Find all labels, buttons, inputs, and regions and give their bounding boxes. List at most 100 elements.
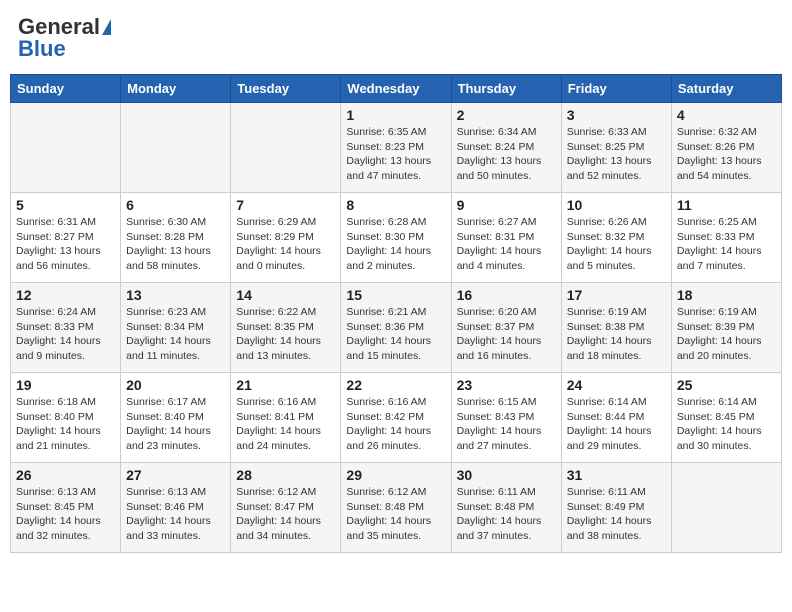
day-info: Sunrise: 6:31 AM Sunset: 8:27 PM Dayligh… (16, 215, 115, 274)
day-info: Sunrise: 6:17 AM Sunset: 8:40 PM Dayligh… (126, 395, 225, 454)
day-number: 9 (457, 197, 556, 213)
day-info: Sunrise: 6:14 AM Sunset: 8:45 PM Dayligh… (677, 395, 776, 454)
calendar-header-row: SundayMondayTuesdayWednesdayThursdayFrid… (11, 75, 782, 103)
day-number: 6 (126, 197, 225, 213)
calendar-cell: 8 Sunrise: 6:28 AM Sunset: 8:30 PM Daylig… (341, 193, 451, 283)
calendar-cell: 17 Sunrise: 6:19 AM Sunset: 8:38 PM Dayli… (561, 283, 671, 373)
day-number: 17 (567, 287, 666, 303)
day-number: 31 (567, 467, 666, 483)
calendar-cell: 28 Sunrise: 6:12 AM Sunset: 8:47 PM Dayli… (231, 463, 341, 553)
calendar-week-row: 5 Sunrise: 6:31 AM Sunset: 8:27 PM Daylig… (11, 193, 782, 283)
day-number: 10 (567, 197, 666, 213)
day-number: 24 (567, 377, 666, 393)
calendar-cell: 30Sunrise: 6:11 AM Sunset: 8:48 PM Dayli… (451, 463, 561, 553)
day-info: Sunrise: 6:18 AM Sunset: 8:40 PM Dayligh… (16, 395, 115, 454)
calendar-cell: 19 Sunrise: 6:18 AM Sunset: 8:40 PM Dayli… (11, 373, 121, 463)
day-number: 22 (346, 377, 445, 393)
day-info: Sunrise: 6:30 AM Sunset: 8:28 PM Dayligh… (126, 215, 225, 274)
col-header-tuesday: Tuesday (231, 75, 341, 103)
day-info: Sunrise: 6:29 AM Sunset: 8:29 PM Dayligh… (236, 215, 335, 274)
day-number: 16 (457, 287, 556, 303)
day-number: 2 (457, 107, 556, 123)
day-number: 12 (16, 287, 115, 303)
calendar-cell: 13 Sunrise: 6:23 AM Sunset: 8:34 PM Dayli… (121, 283, 231, 373)
calendar-cell: 1 Sunrise: 6:35 AM Sunset: 8:23 PM Daylig… (341, 103, 451, 193)
logo-blue-text: Blue (18, 36, 66, 62)
calendar-cell: 24 Sunrise: 6:14 AM Sunset: 8:44 PM Dayli… (561, 373, 671, 463)
calendar-cell: 2 Sunrise: 6:34 AM Sunset: 8:24 PM Daylig… (451, 103, 561, 193)
col-header-thursday: Thursday (451, 75, 561, 103)
day-number: 1 (346, 107, 445, 123)
calendar-cell: 4Sunrise: 6:32 AM Sunset: 8:26 PM Daylig… (671, 103, 781, 193)
calendar-week-row: 1 Sunrise: 6:35 AM Sunset: 8:23 PM Daylig… (11, 103, 782, 193)
calendar-cell: 25 Sunrise: 6:14 AM Sunset: 8:45 PM Dayli… (671, 373, 781, 463)
day-number: 5 (16, 197, 115, 213)
calendar-cell: 18 Sunrise: 6:19 AM Sunset: 8:39 PM Dayli… (671, 283, 781, 373)
calendar-cell (671, 463, 781, 553)
day-info: Sunrise: 6:23 AM Sunset: 8:34 PM Dayligh… (126, 305, 225, 364)
day-info: Sunrise: 6:34 AM Sunset: 8:24 PM Dayligh… (457, 125, 556, 184)
logo: General Blue (18, 14, 111, 62)
day-info: Sunrise: 6:27 AM Sunset: 8:31 PM Dayligh… (457, 215, 556, 274)
calendar-cell: 10 Sunrise: 6:26 AM Sunset: 8:32 PM Dayli… (561, 193, 671, 283)
col-header-wednesday: Wednesday (341, 75, 451, 103)
day-info: Sunrise: 6:28 AM Sunset: 8:30 PM Dayligh… (346, 215, 445, 274)
day-info: Sunrise: 6:16 AM Sunset: 8:41 PM Dayligh… (236, 395, 335, 454)
day-info: Sunrise: 6:19 AM Sunset: 8:38 PM Dayligh… (567, 305, 666, 364)
day-info: Sunrise: 6:13 AM Sunset: 8:46 PM Dayligh… (126, 485, 225, 544)
calendar-cell: 23 Sunrise: 6:15 AM Sunset: 8:43 PM Dayli… (451, 373, 561, 463)
day-number: 7 (236, 197, 335, 213)
day-number: 21 (236, 377, 335, 393)
day-info: Sunrise: 6:33 AM Sunset: 8:25 PM Dayligh… (567, 125, 666, 184)
day-info: Sunrise: 6:35 AM Sunset: 8:23 PM Dayligh… (346, 125, 445, 184)
logo-triangle-icon (102, 19, 111, 35)
day-info: Sunrise: 6:14 AM Sunset: 8:44 PM Dayligh… (567, 395, 666, 454)
day-number: 3 (567, 107, 666, 123)
calendar-week-row: 19 Sunrise: 6:18 AM Sunset: 8:40 PM Dayli… (11, 373, 782, 463)
day-number: 26 (16, 467, 115, 483)
day-number: 20 (126, 377, 225, 393)
calendar-cell: 22Sunrise: 6:16 AM Sunset: 8:42 PM Dayli… (341, 373, 451, 463)
col-header-monday: Monday (121, 75, 231, 103)
day-number: 29 (346, 467, 445, 483)
col-header-saturday: Saturday (671, 75, 781, 103)
calendar-cell: 14Sunrise: 6:22 AM Sunset: 8:35 PM Dayli… (231, 283, 341, 373)
day-number: 27 (126, 467, 225, 483)
day-info: Sunrise: 6:12 AM Sunset: 8:48 PM Dayligh… (346, 485, 445, 544)
day-number: 25 (677, 377, 776, 393)
day-number: 28 (236, 467, 335, 483)
day-number: 13 (126, 287, 225, 303)
day-info: Sunrise: 6:19 AM Sunset: 8:39 PM Dayligh… (677, 305, 776, 364)
calendar-cell (231, 103, 341, 193)
calendar-cell: 16 Sunrise: 6:20 AM Sunset: 8:37 PM Dayli… (451, 283, 561, 373)
day-info: Sunrise: 6:26 AM Sunset: 8:32 PM Dayligh… (567, 215, 666, 274)
calendar-table: SundayMondayTuesdayWednesdayThursdayFrid… (10, 74, 782, 553)
day-info: Sunrise: 6:12 AM Sunset: 8:47 PM Dayligh… (236, 485, 335, 544)
calendar-cell: 27 Sunrise: 6:13 AM Sunset: 8:46 PM Dayli… (121, 463, 231, 553)
calendar-cell: 3 Sunrise: 6:33 AM Sunset: 8:25 PM Daylig… (561, 103, 671, 193)
calendar-cell (121, 103, 231, 193)
calendar-week-row: 26 Sunrise: 6:13 AM Sunset: 8:45 PM Dayli… (11, 463, 782, 553)
day-number: 8 (346, 197, 445, 213)
day-info: Sunrise: 6:15 AM Sunset: 8:43 PM Dayligh… (457, 395, 556, 454)
calendar-cell: 7 Sunrise: 6:29 AM Sunset: 8:29 PM Daylig… (231, 193, 341, 283)
day-number: 18 (677, 287, 776, 303)
calendar-cell: 9 Sunrise: 6:27 AM Sunset: 8:31 PM Daylig… (451, 193, 561, 283)
day-number: 23 (457, 377, 556, 393)
day-number: 30 (457, 467, 556, 483)
calendar-cell: 6 Sunrise: 6:30 AM Sunset: 8:28 PM Daylig… (121, 193, 231, 283)
day-number: 19 (16, 377, 115, 393)
calendar-cell (11, 103, 121, 193)
day-number: 11 (677, 197, 776, 213)
day-number: 14 (236, 287, 335, 303)
col-header-friday: Friday (561, 75, 671, 103)
day-number: 15 (346, 287, 445, 303)
calendar-cell: 21 Sunrise: 6:16 AM Sunset: 8:41 PM Dayli… (231, 373, 341, 463)
day-info: Sunrise: 6:20 AM Sunset: 8:37 PM Dayligh… (457, 305, 556, 364)
day-number: 4 (677, 107, 776, 123)
day-info: Sunrise: 6:11 AM Sunset: 8:49 PM Dayligh… (567, 485, 666, 544)
day-info: Sunrise: 6:13 AM Sunset: 8:45 PM Dayligh… (16, 485, 115, 544)
calendar-cell: 29 Sunrise: 6:12 AM Sunset: 8:48 PM Dayli… (341, 463, 451, 553)
page-header: General Blue (10, 10, 782, 66)
calendar-cell: 20 Sunrise: 6:17 AM Sunset: 8:40 PM Dayli… (121, 373, 231, 463)
